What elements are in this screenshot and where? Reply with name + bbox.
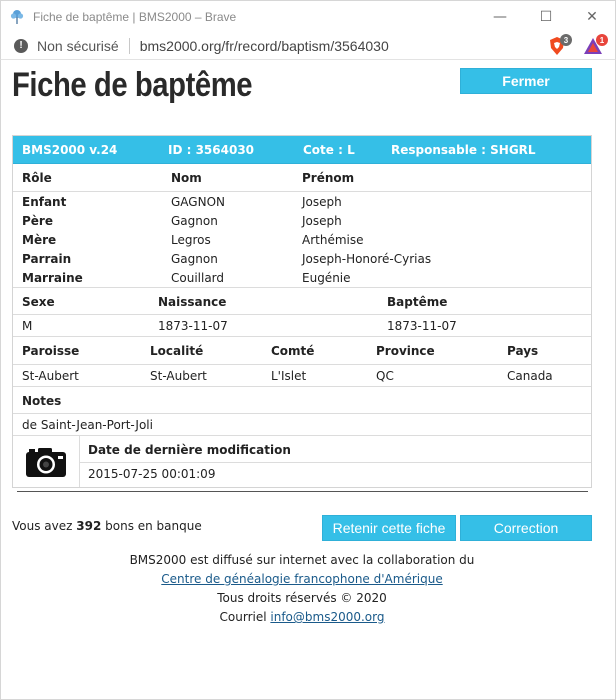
paroisse-value: St-Aubert [22, 369, 79, 383]
comte-value: L'Islet [271, 369, 307, 383]
place-header-row: Paroisse Localité Comté Province Pays [13, 337, 591, 365]
person-role: Père [22, 214, 53, 228]
pays-value: Canada [507, 369, 553, 383]
page-title: Fiche de baptême [12, 66, 253, 104]
bank-suffix: bons en banque [101, 519, 202, 533]
person-nom: Couillard [171, 271, 225, 285]
extension-icons: 3 1 [547, 34, 608, 56]
person-nom: Legros [171, 233, 211, 247]
footer: BMS2000 est diffusé sur internet avec la… [12, 551, 592, 627]
col-province-header: Province [376, 344, 435, 358]
camera-icon[interactable] [25, 446, 67, 478]
shields-count-badge: 3 [560, 34, 572, 46]
col-localite-header: Localité [150, 344, 204, 358]
record-responsable: Responsable : SHGRL [391, 143, 536, 157]
url-field[interactable]: bms2000.org/fr/record/baptism/3564030 [140, 38, 389, 54]
window-titlebar: Fiche de baptême | BMS2000 – Brave — ☐ ✕ [0, 0, 616, 32]
person-role: Mère [22, 233, 57, 247]
record-cote: Cote : L [303, 143, 355, 157]
sexe-value: M [22, 319, 33, 333]
persons-table: Enfant GAGNON Joseph Père Gagnon Joseph … [13, 192, 591, 288]
col-role-header: Rôle [22, 171, 52, 185]
person-role: Marraine [22, 271, 83, 285]
photo-cell [13, 436, 80, 487]
bapteme-value: 1873-11-07 [387, 319, 457, 333]
person-role: Enfant [22, 195, 67, 209]
record-id: ID : 3564030 [168, 143, 255, 157]
bank-prefix: Vous avez [12, 519, 77, 533]
email-link[interactable]: info@bms2000.org [270, 610, 384, 624]
person-prenom: Joseph [302, 214, 342, 228]
close-window-button[interactable]: ✕ [569, 1, 615, 33]
person-role: Parrain [22, 252, 72, 266]
person-prenom: Arthémise [302, 233, 364, 247]
modification-date: 2015-07-25 00:01:09 [88, 467, 216, 481]
rewards-count-badge: 1 [596, 34, 608, 46]
col-paroisse-header: Paroisse [22, 344, 80, 358]
maximize-button[interactable]: ☐ [523, 1, 569, 33]
persons-header-row: Rôle Nom Prénom [13, 164, 591, 192]
place-value-row: St-Aubert St-Aubert L'Islet QC Canada [13, 365, 591, 387]
col-nom-header: Nom [171, 171, 202, 185]
footer-line1: BMS2000 est diffusé sur internet avec la… [129, 553, 475, 567]
events-header-row: Sexe Naissance Baptême [13, 288, 591, 315]
bank-balance: Vous avez 392 bons en banque [12, 519, 202, 533]
col-comte-header: Comté [271, 344, 315, 358]
window-title: Fiche de baptême | BMS2000 – Brave [33, 9, 237, 24]
modification-header-cell: Date de dernière modification [80, 436, 591, 463]
person-nom: Gagnon [171, 252, 218, 266]
tree-icon [9, 9, 25, 25]
col-sexe-header: Sexe [22, 295, 55, 309]
person-prenom: Eugénie [302, 271, 351, 285]
person-prenom: Joseph [302, 195, 342, 209]
address-bar: ! Non sécurisé bms2000.org/fr/record/bap… [0, 32, 616, 60]
correction-button[interactable]: Correction [460, 515, 592, 541]
modification-header: Date de dernière modification [88, 443, 291, 457]
notes-value: de Saint-Jean-Port-Joli [22, 418, 153, 432]
notes-header: Notes [22, 394, 62, 408]
col-prenom-header: Prénom [302, 171, 355, 185]
security-status[interactable]: Non sécurisé [37, 38, 119, 54]
notes-header-row: Notes [13, 387, 591, 414]
col-bapteme-header: Baptême [387, 295, 448, 309]
minimize-button[interactable]: — [477, 1, 523, 33]
notes-value-row: de Saint-Jean-Port-Joli [13, 414, 591, 436]
cgfa-link[interactable]: Centre de généalogie francophone d'Améri… [161, 572, 442, 586]
events-value-row: M 1873-11-07 1873-11-07 [13, 315, 591, 337]
address-separator [128, 37, 130, 54]
record-header-bar: BMS2000 v.24 ID : 3564030 Cote : L Respo… [13, 136, 591, 164]
record-version: BMS2000 v.24 [22, 143, 118, 157]
person-nom: GAGNON [171, 195, 225, 209]
footer-copyright: Tous droits réservés © 2020 [217, 591, 387, 605]
retenir-fiche-button[interactable]: Retenir cette fiche [322, 515, 456, 541]
person-prenom: Joseph-Honoré-Cyrias [302, 252, 432, 266]
col-pays-header: Pays [507, 344, 539, 358]
person-nom: Gagnon [171, 214, 218, 228]
brave-shields-button[interactable]: 3 [547, 34, 572, 56]
baptism-record: BMS2000 v.24 ID : 3564030 Cote : L Respo… [12, 135, 592, 488]
province-value: QC [376, 369, 394, 383]
localite-value: St-Aubert [150, 369, 207, 383]
col-naissance-header: Naissance [158, 295, 227, 309]
fermer-button[interactable]: Fermer [460, 68, 592, 94]
divider [17, 491, 588, 492]
bank-count: 392 [76, 519, 102, 533]
footer-contact: Courriel info@bms2000.org [12, 608, 592, 627]
modification-row: Date de dernière modification 2015-07-25… [13, 436, 591, 487]
brave-rewards-button[interactable]: 1 [583, 34, 608, 56]
warning-icon[interactable]: ! [14, 38, 28, 53]
footer-courriel-label: Courriel [219, 610, 271, 624]
naissance-value: 1873-11-07 [158, 319, 228, 333]
window-controls: — ☐ ✕ [477, 1, 615, 33]
